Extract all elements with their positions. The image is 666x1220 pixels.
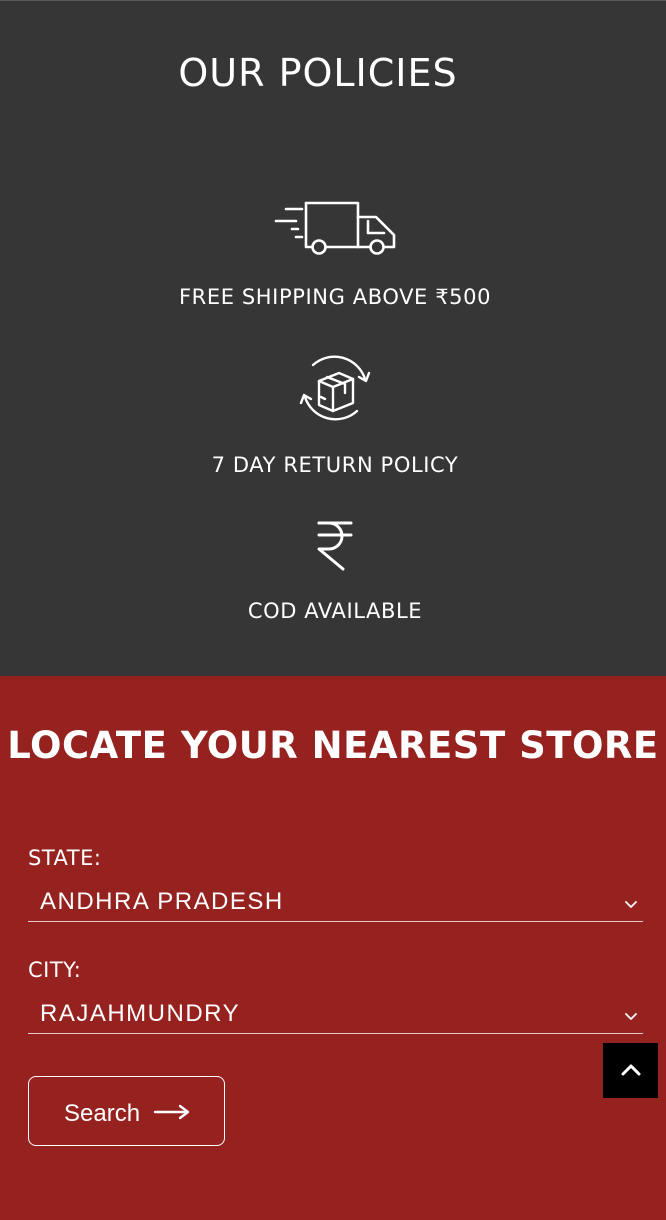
- search-button-label: Search: [64, 1100, 141, 1127]
- state-select-value: ANDHRA PRADESH: [40, 888, 284, 915]
- chevron-down-icon: [625, 1013, 637, 1020]
- store-locator-title: LOCATE YOUR NEAREST STORE: [7, 724, 659, 767]
- chevron-down-icon: [625, 901, 637, 908]
- state-select[interactable]: ANDHRA PRADESH: [28, 880, 643, 922]
- store-locator-section: LOCATE YOUR NEAREST STORE STATE: ANDHRA …: [0, 676, 666, 1220]
- rupee-icon: [317, 521, 353, 571]
- policy-label-cod: COD AVAILABLE: [247, 599, 423, 623]
- city-select-value: RAJAHMUNDRY: [40, 1000, 241, 1027]
- policy-label-shipping: FREE SHIPPING ABOVE ₹500: [178, 285, 492, 309]
- city-select[interactable]: RAJAHMUNDRY: [28, 992, 643, 1034]
- arrow-right-icon: [153, 1104, 190, 1120]
- delivery-truck-icon: [274, 201, 396, 255]
- policies-section: OUR POLICIES FREE SHIPPING ABOVE ₹500 7 …: [0, 0, 666, 676]
- city-label: CITY:: [28, 958, 82, 982]
- state-label: STATE:: [28, 846, 102, 870]
- back-to-top-button[interactable]: [603, 1043, 658, 1098]
- policy-label-returns: 7 DAY RETURN POLICY: [211, 453, 459, 477]
- search-button[interactable]: Search: [28, 1076, 225, 1146]
- policies-title: OUR POLICIES: [178, 51, 458, 95]
- chevron-up-icon: [621, 1064, 641, 1076]
- return-box-icon: [299, 355, 371, 421]
